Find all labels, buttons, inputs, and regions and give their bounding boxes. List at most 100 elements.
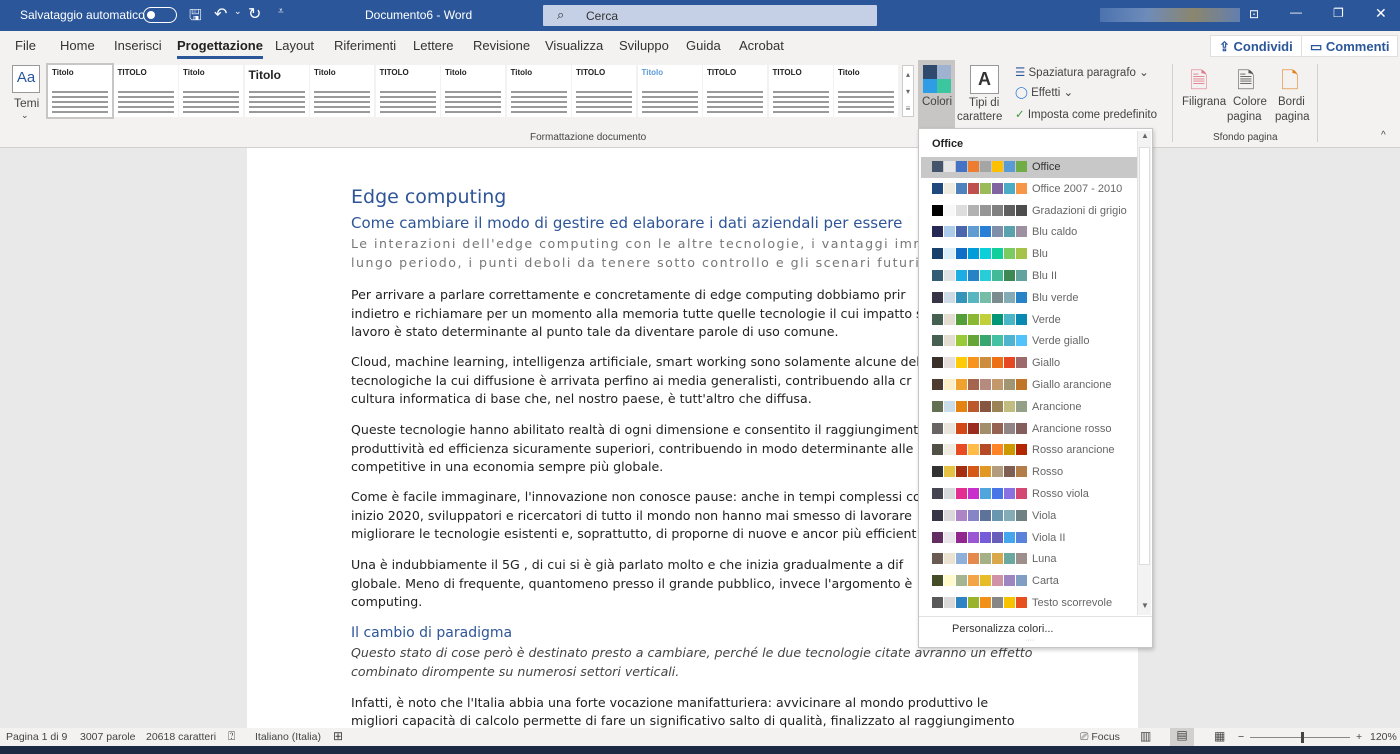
color-scheme-item[interactable]: Rosso	[921, 462, 1137, 483]
color-scheme-item[interactable]: Carta	[921, 571, 1137, 592]
tab-riferimenti[interactable]: Riferimenti	[334, 38, 396, 53]
text-preview-line	[510, 101, 567, 103]
color-scheme-item[interactable]: Viola	[921, 506, 1137, 527]
accessibility-icon[interactable]: ⊞	[333, 729, 343, 743]
color-scheme-item[interactable]: Arancione	[921, 397, 1137, 418]
color-scheme-item[interactable]: Arancione rosso	[921, 419, 1137, 440]
themes-button[interactable]: Temi	[14, 96, 39, 110]
comments-button[interactable]: ▭ Commenti	[1301, 35, 1399, 57]
style-set-thumbnail[interactable]: TITOLO	[768, 65, 833, 117]
undo-dropdown-icon[interactable]: ⌄	[234, 6, 242, 17]
tab-lettere[interactable]: Lettere	[413, 38, 453, 53]
scroll-up-icon[interactable]: ▲	[1141, 131, 1149, 140]
color-scheme-item[interactable]: Rosso viola	[921, 484, 1137, 505]
collapse-ribbon-icon[interactable]: ^	[1381, 130, 1386, 141]
style-set-thumbnail[interactable]: TITOLO	[572, 65, 636, 117]
scroll-down-icon[interactable]: ▼	[1141, 601, 1149, 610]
fonts-button-line2[interactable]: carattere	[957, 111, 1002, 123]
style-set-thumbnail[interactable]: TITOLO	[703, 65, 767, 117]
close-icon[interactable]: ✕	[1375, 5, 1387, 22]
search-box[interactable]: ⌕ Cerca	[543, 5, 877, 26]
page-count[interactable]: Pagina 1 di 9	[6, 731, 67, 743]
save-icon[interactable]: 🖫	[189, 5, 202, 30]
fonts-icon[interactable]: A	[970, 65, 999, 94]
color-scheme-item[interactable]: Gradazioni di grigio	[921, 201, 1137, 222]
resize-grip[interactable]: ····	[1025, 637, 1034, 644]
scroll-thumb[interactable]	[1139, 147, 1150, 565]
themes-icon[interactable]: Aa	[12, 65, 40, 93]
style-set-thumbnail[interactable]: Titolo	[506, 65, 571, 117]
tab-guida[interactable]: Guida	[686, 38, 721, 53]
set-default-button[interactable]: ✓ Imposta come predefinito	[1015, 107, 1157, 121]
restore-icon[interactable]: ❐	[1333, 6, 1344, 20]
word-count[interactable]: 3007 parole	[80, 731, 135, 743]
language[interactable]: Italiano (Italia)	[255, 731, 321, 743]
char-count[interactable]: 20618 caratteri	[146, 731, 216, 743]
tab-home[interactable]: Home	[60, 38, 95, 53]
ribbon-display-icon[interactable]: ⊡	[1249, 7, 1259, 21]
color-scheme-item[interactable]: Blu II	[921, 266, 1137, 287]
zoom-slider-thumb[interactable]	[1301, 732, 1304, 743]
zoom-in-button[interactable]: +	[1356, 731, 1362, 743]
color-scheme-item[interactable]: Giallo arancione	[921, 375, 1137, 396]
style-set-thumbnail[interactable]: Titolo	[179, 65, 243, 117]
minimize-icon[interactable]: —	[1290, 5, 1302, 19]
account-avatar[interactable]	[1100, 8, 1240, 22]
page-color-line1[interactable]: Colore	[1233, 96, 1267, 108]
watermark-button[interactable]: Filigrana	[1182, 96, 1226, 108]
style-set-thumbnail[interactable]: TITOLO	[113, 65, 178, 117]
print-layout-icon[interactable]: ▤	[1170, 728, 1194, 746]
color-scheme-item[interactable]: Verde	[921, 310, 1137, 331]
tab-progettazione[interactable]: Progettazione	[177, 38, 263, 59]
focus-button[interactable]: ⎚ Focus	[1080, 731, 1120, 744]
color-scheme-item[interactable]: Blu caldo	[921, 222, 1137, 243]
color-scheme-item[interactable]: Rosso arancione	[921, 440, 1137, 461]
color-scheme-item[interactable]: Verde giallo	[921, 331, 1137, 352]
style-set-thumbnail[interactable]: Titolo	[441, 65, 505, 117]
color-scheme-item[interactable]: Blu	[921, 244, 1137, 265]
colors-button[interactable]: Colori	[918, 60, 955, 128]
web-layout-icon[interactable]: ▦	[1214, 729, 1225, 743]
color-scheme-item[interactable]: Testo scorrevole	[921, 593, 1137, 614]
proofing-icon[interactable]: ⍰	[228, 729, 235, 744]
style-set-thumbnail[interactable]: TITOLO	[375, 65, 440, 117]
read-mode-icon[interactable]: ▥	[1140, 729, 1151, 743]
style-set-thumbnail[interactable]: Titolo	[244, 65, 309, 117]
paragraph-spacing-button[interactable]: ☰ Spaziatura paragrafo ⌄	[1015, 65, 1149, 79]
color-scheme-item[interactable]: Luna	[921, 549, 1137, 570]
tab-file[interactable]: File	[15, 38, 36, 53]
tab-acrobat[interactable]: Acrobat	[739, 38, 784, 53]
gallery-scroll[interactable]: ▴ ▾ ≡	[902, 65, 914, 117]
page-color-line2[interactable]: pagina	[1227, 111, 1262, 123]
style-set-thumbnail[interactable]: Titolo	[834, 65, 898, 117]
style-set-thumbnail[interactable]: Titolo	[310, 65, 374, 117]
tab-sviluppo[interactable]: Sviluppo	[619, 38, 669, 53]
color-scheme-item[interactable]: Giallo	[921, 353, 1137, 374]
zoom-out-button[interactable]: −	[1238, 731, 1244, 743]
color-scheme-item[interactable]: Blu verde	[921, 288, 1137, 309]
autosave-toggle[interactable]	[143, 7, 177, 23]
style-set-thumbnail[interactable]: Titolo	[46, 63, 114, 119]
fonts-button-line1[interactable]: Tipi di	[969, 97, 999, 109]
color-scheme-item[interactable]: Viola II	[921, 528, 1137, 549]
redo-icon[interactable]: ↻	[248, 4, 261, 24]
effects-button[interactable]: ◯ Effetti ⌄	[1015, 85, 1073, 99]
style-set-thumbnail[interactable]: Titolo	[637, 65, 702, 117]
color-swatch	[980, 270, 991, 281]
tab-revisione[interactable]: Revisione	[473, 38, 530, 53]
tab-inserisci[interactable]: Inserisci	[114, 38, 162, 53]
style-set-title: Titolo	[510, 68, 533, 77]
tab-visualizza[interactable]: Visualizza	[545, 38, 603, 53]
page-borders-line1[interactable]: Bordi	[1278, 96, 1305, 108]
undo-icon[interactable]: ↶	[214, 4, 227, 24]
page-borders-line2[interactable]: pagina	[1275, 111, 1310, 123]
customize-colors-item[interactable]: Personalizza colori...	[952, 623, 1054, 635]
share-button[interactable]: ⇪ Condividi	[1210, 35, 1302, 57]
color-scheme-item[interactable]: Office 2007 - 2010	[921, 179, 1137, 200]
customize-qat-icon[interactable]: ⩡	[278, 6, 284, 17]
tab-layout[interactable]: Layout	[275, 38, 314, 53]
zoom-slider[interactable]	[1250, 732, 1350, 743]
color-scheme-item[interactable]: Office	[921, 157, 1137, 178]
zoom-level[interactable]: 120%	[1370, 731, 1397, 743]
dropdown-scrollbar[interactable]: ▲ ▼	[1137, 131, 1151, 615]
